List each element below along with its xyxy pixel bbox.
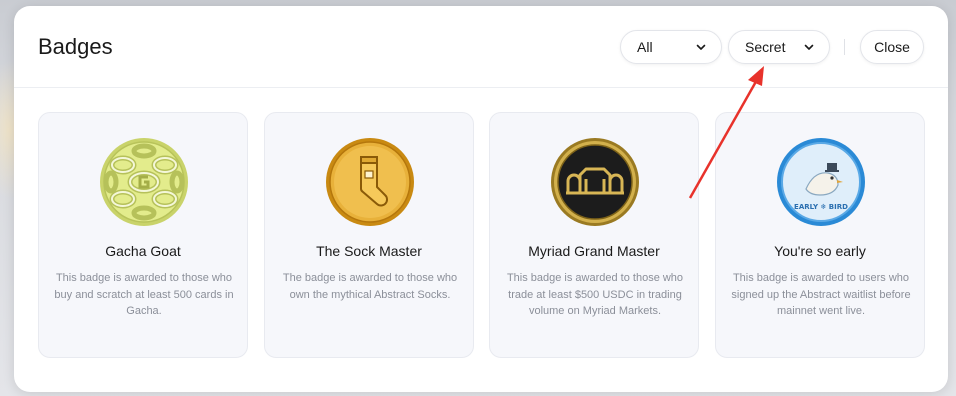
badge-description: This badge is awarded to those who trade…	[506, 272, 684, 317]
badge-card-gacha-goat[interactable]: Gacha Goat This badge is awarded to thos…	[38, 112, 248, 358]
early-bird-badge-icon: EARLY ❄ BIRD	[777, 138, 865, 226]
filter-all-label: All	[637, 39, 653, 55]
myriad-grand-master-badge-icon	[551, 138, 639, 226]
chevron-down-icon	[696, 44, 706, 50]
badge-card-sock-master[interactable]: The Sock Master The badge is awarded to …	[264, 112, 474, 358]
badge-description: This badge is awarded to users who signe…	[731, 272, 911, 317]
badge-card-early-bird[interactable]: EARLY ❄ BIRD You're so early This badge …	[715, 112, 925, 358]
badge-description: The badge is awarded to those who own th…	[282, 272, 458, 301]
badge-title: Gacha Goat	[105, 243, 181, 259]
close-button[interactable]: Close	[860, 30, 924, 64]
filter-all-dropdown[interactable]: All	[620, 30, 722, 64]
sock-master-badge-icon	[326, 138, 414, 226]
badge-card-myriad-grand-master[interactable]: Myriad Grand Master This badge is awarde…	[489, 112, 699, 358]
badge-title: The Sock Master	[316, 243, 422, 259]
badge-title: You're so early	[774, 243, 866, 259]
badges-grid: Gacha Goat This badge is awarded to thos…	[38, 112, 925, 358]
chevron-down-icon	[804, 44, 814, 50]
modal-header: Badges All Secret Close	[14, 6, 948, 88]
filter-secret-label: Secret	[745, 39, 786, 55]
gacha-goat-badge-icon	[100, 138, 188, 226]
badge-title: Myriad Grand Master	[528, 243, 660, 259]
filter-secret-dropdown[interactable]: Secret	[728, 30, 830, 64]
modal-title: Badges	[38, 34, 113, 59]
header-divider	[844, 39, 845, 55]
early-bird-badge-lettering: EARLY ❄ BIRD	[794, 203, 848, 211]
badges-modal: Badges All Secret Close Gacha Goat This …	[14, 6, 948, 392]
badge-description: This badge is awarded to those who buy a…	[54, 272, 234, 317]
